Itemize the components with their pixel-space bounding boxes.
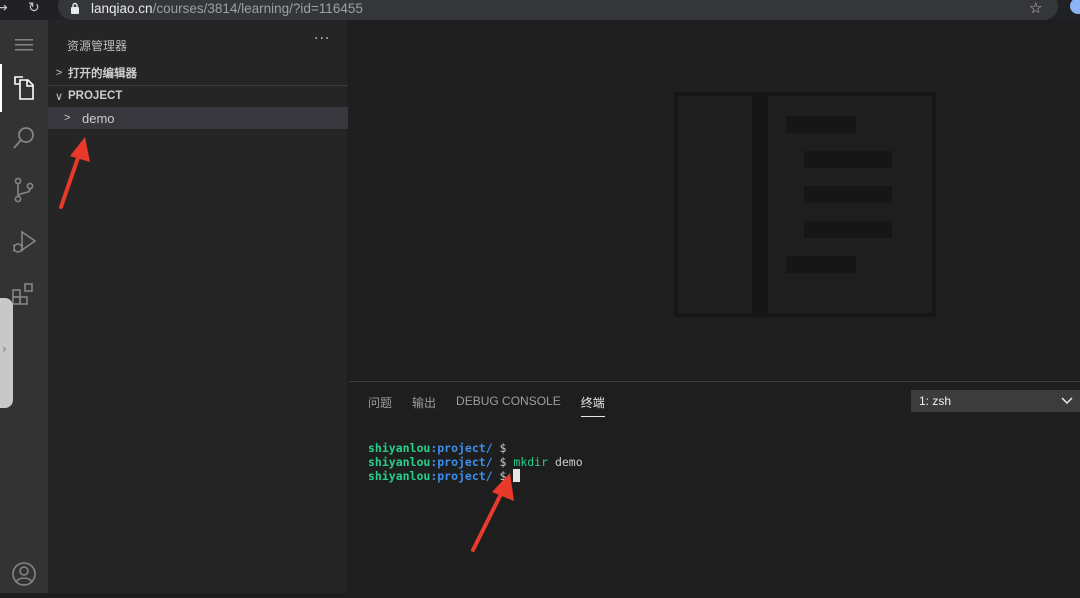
account-icon: [12, 562, 36, 586]
prompt-symbol: $: [492, 441, 514, 455]
tab-terminal[interactable]: 终端: [580, 394, 605, 417]
source-control-icon: [14, 177, 34, 203]
files-icon: [14, 76, 34, 100]
explorer-sidebar: 资源管理器 ··· > 打开的编辑器 ∨ PROJECT > demo: [48, 20, 348, 593]
command-name: mkdir: [513, 455, 549, 469]
prompt-user: shiyanlou: [368, 441, 431, 455]
bookmark-star-icon[interactable]: ☆: [1029, 0, 1042, 16]
terminal-line: shiyanlou:project/ $ mkdir demo: [368, 455, 583, 469]
run-debug-icon: [12, 230, 37, 253]
prompt-path: :project/: [430, 455, 493, 469]
side-drawer-handle[interactable]: ›: [0, 298, 13, 408]
panel-tabs: 问题 输出 DEBUG CONSOLE 终端: [368, 394, 605, 417]
chevron-down-icon: [1061, 397, 1073, 404]
browser-toolbar: → ↻ lanqiao.cn/courses/3814/learning/?id…: [0, 0, 1080, 20]
editor-area: [349, 20, 1080, 381]
url-domain: lanqiao.cn: [91, 1, 153, 16]
section-label: PROJECT: [68, 90, 123, 102]
section-label: 打开的编辑器: [68, 68, 137, 80]
lock-icon: [71, 2, 79, 14]
forward-icon[interactable]: →: [0, 0, 8, 16]
explorer-button[interactable]: [0, 64, 48, 112]
bottom-panel: 问题 输出 DEBUG CONSOLE 终端 1: zsh shiyanlou:…: [349, 381, 1080, 593]
vscode-watermark-logo: [674, 92, 936, 317]
section-open-editors[interactable]: > 打开的编辑器: [48, 62, 348, 84]
tab-output[interactable]: 输出: [412, 394, 436, 417]
chevron-down-icon: ∨: [54, 90, 64, 103]
prompt-user: shiyanlou: [368, 455, 431, 469]
search-icon: [13, 127, 34, 149]
tab-debug-console[interactable]: DEBUG CONSOLE: [456, 394, 561, 417]
prompt-path: :project/: [430, 441, 493, 455]
prompt-symbol: $: [492, 455, 514, 469]
chevron-right-icon: >: [64, 112, 71, 124]
source-control-button[interactable]: [0, 166, 48, 214]
profile-icon[interactable]: [1068, 0, 1080, 16]
more-actions-icon[interactable]: ···: [314, 31, 330, 47]
run-debug-button[interactable]: [0, 218, 48, 266]
menu-button[interactable]: [0, 22, 48, 68]
terminal-selector[interactable]: 1: zsh: [911, 390, 1080, 412]
accounts-button[interactable]: [0, 550, 48, 598]
url-path: /courses/3814/learning/?id=116455: [152, 1, 363, 16]
command-argument: demo: [548, 455, 583, 469]
extensions-icon: [12, 283, 33, 305]
tree-item-label: demo: [82, 110, 115, 126]
explorer-title: 资源管理器: [67, 39, 128, 53]
annotation-arrow: [59, 137, 90, 209]
terminal-selector-value: 1: zsh: [919, 394, 952, 408]
annotation-arrow: [471, 473, 514, 552]
reload-icon[interactable]: ↻: [28, 0, 40, 16]
search-button[interactable]: [0, 114, 48, 162]
tree-item-demo[interactable]: > demo: [48, 107, 348, 129]
menu-icon: [15, 39, 33, 51]
chevron-right-icon: >: [55, 67, 63, 79]
tab-problems[interactable]: 问题: [368, 394, 392, 417]
terminal-line: shiyanlou:project/ $: [368, 441, 583, 455]
url-text[interactable]: lanqiao.cn/courses/3814/learning/?id=116…: [91, 0, 363, 17]
chevron-right-icon: ›: [2, 342, 7, 356]
section-project[interactable]: ∨ PROJECT: [48, 85, 348, 107]
prompt-user: shiyanlou: [368, 469, 431, 483]
